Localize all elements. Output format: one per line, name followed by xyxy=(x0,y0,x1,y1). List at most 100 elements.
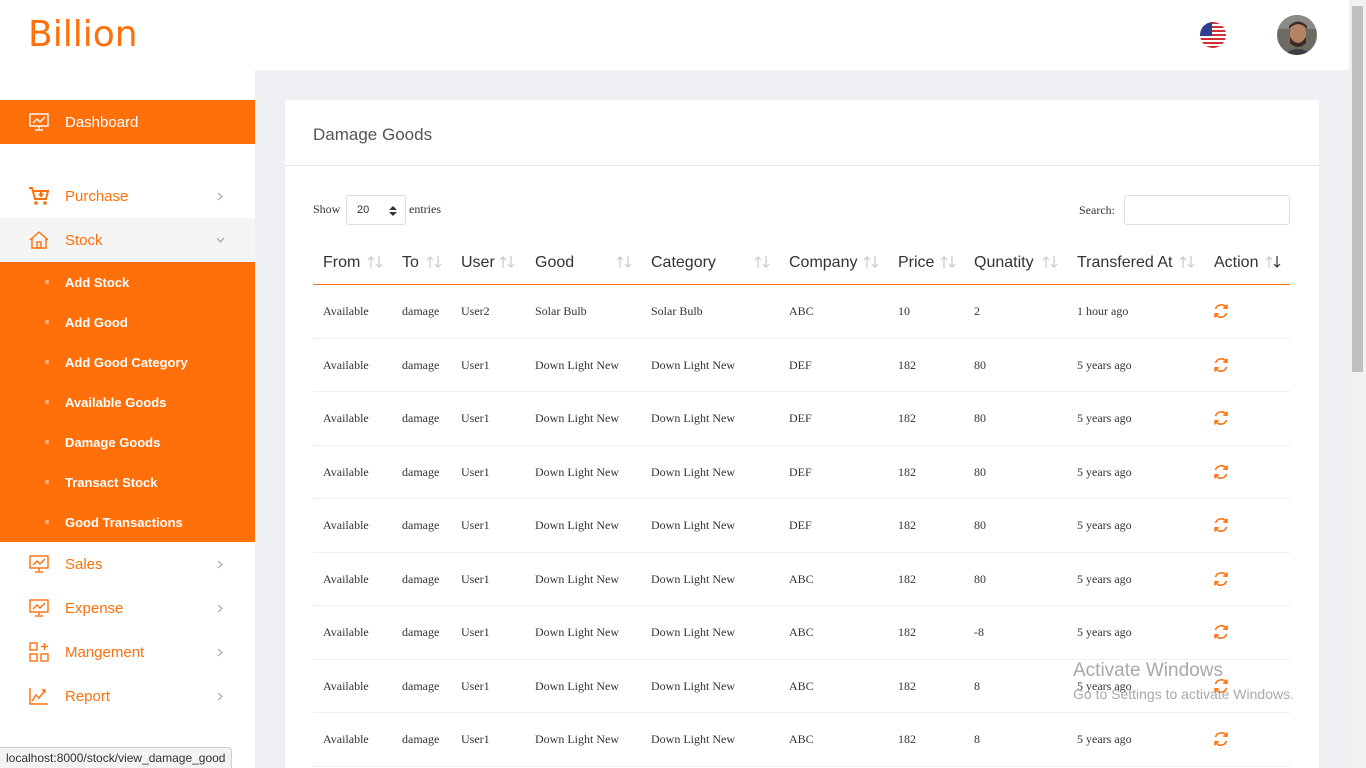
refresh-icon[interactable] xyxy=(1212,463,1230,481)
table-cell: damage xyxy=(402,304,440,318)
us-flag-icon[interactable] xyxy=(1200,22,1226,48)
chevron-right-icon xyxy=(215,691,225,701)
table-cell: damage xyxy=(402,678,440,693)
chart-monitor-icon xyxy=(28,111,50,133)
table-cell: 2 xyxy=(974,304,980,318)
activate-windows-subtitle: Go to Settings to activate Windows. xyxy=(1073,686,1294,702)
table-cell: 80 xyxy=(974,357,986,372)
table-row: Available damage User1 Down Light New Down L… xyxy=(313,713,1290,767)
sidebar-item-label: Sales xyxy=(65,555,103,573)
column-header-action[interactable]: Action xyxy=(1204,240,1290,285)
entries-select[interactable]: 20 xyxy=(346,195,406,225)
sidebar-item-label: Purchase xyxy=(65,187,129,205)
refresh-icon[interactable] xyxy=(1212,302,1230,320)
bullet-icon xyxy=(45,320,49,324)
table-cell: 5 years ago xyxy=(1077,357,1132,372)
bullet-icon xyxy=(45,440,49,444)
table-cell: ABC xyxy=(789,304,814,318)
column-header-label: Qunatity xyxy=(974,253,1034,271)
grid-plus-icon xyxy=(28,641,50,663)
column-header-user[interactable]: User xyxy=(451,240,525,285)
table-cell: 182 xyxy=(898,411,916,425)
scrollbar-thumb[interactable] xyxy=(1352,6,1363,372)
table-cell: User1 xyxy=(461,678,490,693)
chevron-right-icon xyxy=(215,559,225,569)
column-header-company[interactable]: Company xyxy=(779,240,888,285)
table-cell: Down Light New xyxy=(651,411,735,425)
sidebar-item-purchase[interactable]: Purchase xyxy=(0,174,255,218)
refresh-icon[interactable] xyxy=(1212,356,1230,374)
entries-select-value: 20 xyxy=(357,204,370,216)
sidebar-item-management[interactable]: Mangement xyxy=(0,630,255,674)
submenu-item-add-stock[interactable]: Add Stock xyxy=(0,262,255,302)
table-cell: User1 xyxy=(461,571,490,586)
sidebar-item-stock[interactable]: Stock xyxy=(0,218,255,262)
column-header-category[interactable]: Category xyxy=(641,240,779,285)
submenu-item-transact-stock[interactable]: Transact Stock xyxy=(0,462,255,502)
table-cell: damage xyxy=(402,411,440,425)
table-cell: -8 xyxy=(974,625,984,639)
table-cell: Available xyxy=(323,732,369,746)
table-row: Available damage User1 Down Light New Down L… xyxy=(313,392,1290,446)
sidebar-item-expense[interactable]: Expense xyxy=(0,586,255,630)
table-cell: Available xyxy=(323,304,369,318)
chevron-down-icon xyxy=(215,235,225,245)
bullet-icon xyxy=(45,400,49,404)
submenu-item-label: Add Good xyxy=(65,314,128,330)
refresh-icon[interactable] xyxy=(1212,516,1230,534)
sidebar-item-dashboard[interactable]: Dashboard xyxy=(0,100,255,144)
bullet-icon xyxy=(45,480,49,484)
column-header-quantity[interactable]: Qunatity xyxy=(964,240,1067,285)
search-input[interactable] xyxy=(1124,195,1290,225)
search-label: Search: xyxy=(1079,203,1115,217)
brand-logo[interactable]: Billion xyxy=(28,14,138,55)
column-header-good[interactable]: Good xyxy=(525,240,641,285)
table-cell: damage xyxy=(402,357,440,372)
refresh-icon[interactable] xyxy=(1212,409,1230,427)
table-cell: DEF xyxy=(789,357,812,372)
table-cell: 182 xyxy=(898,571,916,586)
status-url: localhost:8000/stock/view_damage_good xyxy=(0,747,233,768)
table-cell: Down Light New xyxy=(535,518,619,532)
table-cell: Down Light New xyxy=(535,678,619,693)
column-header-label: To xyxy=(402,253,419,271)
table-cell: Available xyxy=(323,518,369,532)
submenu-item-available-goods[interactable]: Available Goods xyxy=(0,382,255,422)
sort-icon xyxy=(1179,254,1195,270)
refresh-icon[interactable] xyxy=(1212,730,1230,748)
table-cell: Down Light New xyxy=(535,464,619,479)
table-cell: damage xyxy=(402,518,440,532)
submenu-item-good-transactions[interactable]: Good Transactions xyxy=(0,502,255,542)
bullet-icon xyxy=(45,360,49,364)
table-cell: Down Light New xyxy=(651,678,735,693)
table-cell: damage xyxy=(402,571,440,586)
column-header-from[interactable]: From xyxy=(313,240,392,285)
submenu-item-damage-goods[interactable]: Damage Goods xyxy=(0,422,255,462)
table-cell: 80 xyxy=(974,411,986,425)
submenu-item-add-good-category[interactable]: Add Good Category xyxy=(0,342,255,382)
user-avatar[interactable] xyxy=(1277,15,1317,55)
sidebar-item-sales[interactable]: Sales xyxy=(0,542,255,586)
sort-icon xyxy=(426,254,442,270)
table-cell: 5 years ago xyxy=(1077,625,1132,639)
table-cell: Solar Bulb xyxy=(535,304,587,318)
chevron-right-icon xyxy=(215,603,225,613)
sort-icon xyxy=(863,254,879,270)
refresh-icon[interactable] xyxy=(1212,570,1230,588)
table-cell: User1 xyxy=(461,357,490,372)
table-cell: 5 years ago xyxy=(1077,571,1132,586)
column-header-price[interactable]: Price xyxy=(888,240,964,285)
table-cell: Down Light New xyxy=(535,625,619,639)
table-cell: Available xyxy=(323,571,369,586)
table-cell: 8 xyxy=(974,732,980,746)
submenu-item-add-good[interactable]: Add Good xyxy=(0,302,255,342)
column-header-to[interactable]: To xyxy=(392,240,451,285)
submenu-item-label: Available Goods xyxy=(65,394,167,410)
sidebar-item-report[interactable]: Report xyxy=(0,674,255,718)
table-cell: 80 xyxy=(974,518,986,532)
sidebar-item-label: Dashboard xyxy=(65,113,139,131)
column-header-transfered-at[interactable]: Transfered At xyxy=(1067,240,1204,285)
refresh-icon[interactable] xyxy=(1212,623,1230,641)
sidebar-item-label: Mangement xyxy=(65,643,145,661)
sort-icon xyxy=(616,254,632,270)
